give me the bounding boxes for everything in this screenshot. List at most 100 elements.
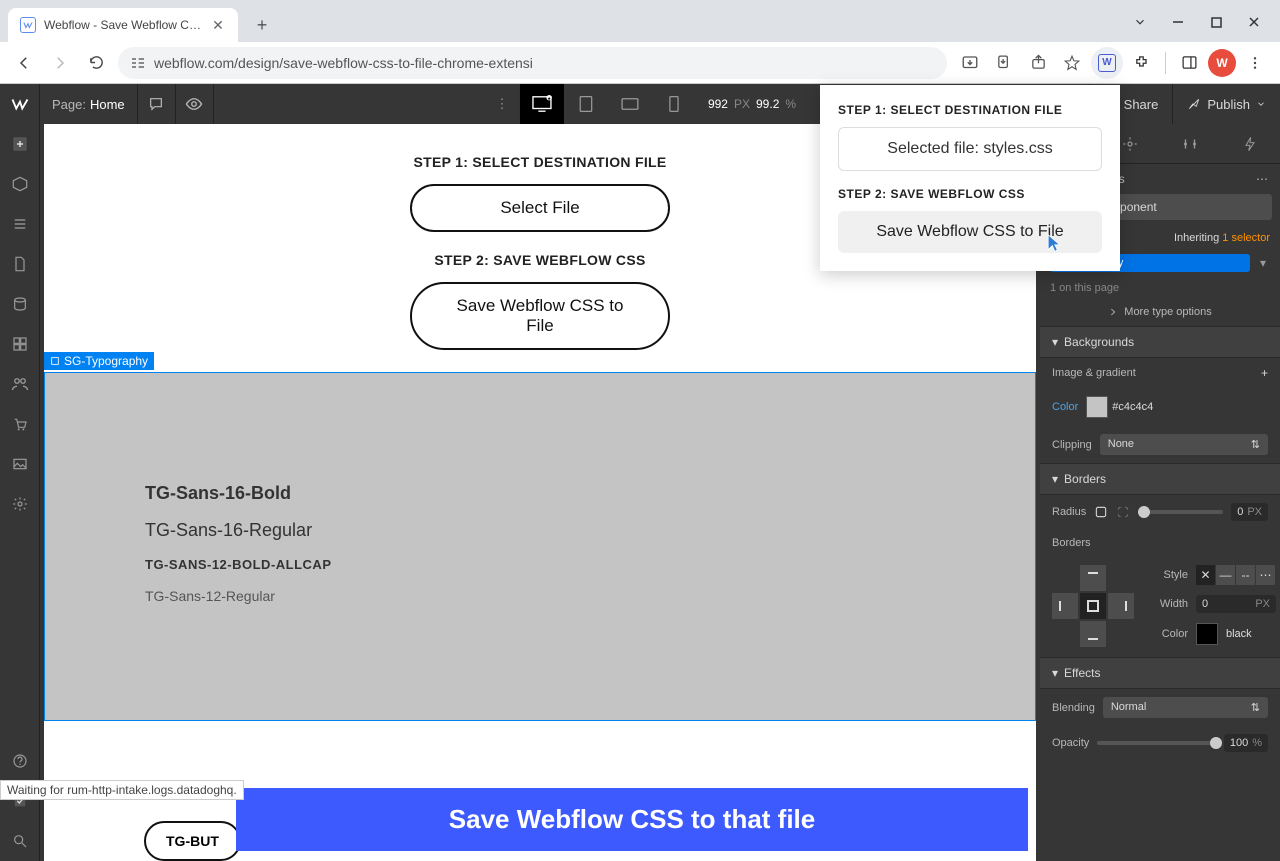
tablet-breakpoint[interactable] [564, 84, 608, 124]
close-icon[interactable] [1236, 8, 1272, 36]
page-name: Home [90, 97, 125, 112]
pages-icon[interactable] [0, 244, 40, 284]
webflow-favicon [20, 17, 36, 33]
more-type-options[interactable]: More type options [1040, 298, 1280, 326]
breakpoint-menu-icon[interactable]: ⋮ [484, 96, 520, 112]
images-icon[interactable] [0, 444, 40, 484]
share-icon[interactable] [1023, 48, 1053, 78]
selected-element[interactable]: SG-Typography TG-Sans-16-Bold TG-Sans-16… [44, 372, 1036, 721]
tab-close-icon[interactable]: ✕ [210, 17, 226, 34]
borders-sides-section: Borders [1040, 529, 1280, 557]
ecommerce-icon[interactable] [0, 404, 40, 444]
section-menu-icon[interactable]: ⋯ [1256, 172, 1268, 186]
radius-individual-icon[interactable] [1116, 505, 1130, 519]
border-style-dotted[interactable]: ⋯ [1256, 565, 1276, 585]
add-element-icon[interactable] [0, 124, 40, 164]
help-icon[interactable] [0, 741, 40, 781]
image-gradient-row[interactable]: Image & gradient + [1040, 358, 1280, 388]
preview-icon[interactable] [176, 84, 214, 124]
border-right[interactable] [1108, 593, 1134, 619]
border-left[interactable] [1052, 593, 1078, 619]
effects-header[interactable]: ▾ Effects [1040, 657, 1280, 689]
device-breakpoints: ⋮ ★ 992 PX 99.2 % [484, 84, 796, 124]
radius-input[interactable]: 0PX [1231, 503, 1268, 521]
bookmark-star-icon[interactable] [1057, 48, 1087, 78]
clipping-row: Clipping None⇅ [1040, 426, 1280, 463]
bg-color-row: Color #c4c4c4 [1040, 388, 1280, 426]
border-bottom[interactable] [1080, 621, 1106, 647]
extensions-icon[interactable] [1127, 48, 1157, 78]
border-all[interactable] [1080, 593, 1106, 619]
left-sidebar [0, 124, 40, 861]
users-icon[interactable] [0, 364, 40, 404]
forward-button[interactable] [46, 49, 74, 77]
add-gradient-icon[interactable]: + [1261, 366, 1268, 380]
border-color-swatch[interactable] [1196, 623, 1218, 645]
minimize-icon[interactable] [1160, 8, 1196, 36]
typo-sample[interactable]: TG-Sans-12-Regular [145, 588, 935, 604]
webflow-logo[interactable] [0, 84, 40, 124]
interactions-tab[interactable] [1220, 124, 1280, 163]
blending-select[interactable]: Normal⇅ [1103, 697, 1268, 718]
border-style-group: ✕ — -- ⋯ [1196, 565, 1276, 585]
desktop-breakpoint[interactable]: ★ [520, 84, 564, 124]
side-panel-icon[interactable] [1174, 48, 1204, 78]
components-icon[interactable] [0, 164, 40, 204]
typo-sample[interactable]: TG-SANS-12-BOLD-ALLCAP [145, 557, 935, 572]
comments-icon[interactable] [138, 84, 176, 124]
bg-color-value[interactable]: #c4c4c4 [1112, 401, 1153, 413]
tg-but-sample[interactable]: TG-BUT [144, 821, 241, 861]
browser-tab[interactable]: Webflow - Save Webflow CSS t… ✕ [8, 8, 238, 42]
back-button[interactable] [10, 49, 38, 77]
backgrounds-header[interactable]: ▾ Backgrounds [1040, 326, 1280, 358]
popup-step1-label: STEP 1: SELECT DESTINATION FILE [838, 103, 1102, 117]
cms-icon[interactable] [0, 284, 40, 324]
chevron-down-icon[interactable] [1122, 8, 1158, 36]
profile-avatar[interactable]: W [1208, 49, 1236, 77]
border-style-none[interactable]: ✕ [1196, 565, 1216, 585]
assets-icon[interactable] [0, 324, 40, 364]
typography-section[interactable]: TG-Sans-16-Bold TG-Sans-16-Regular TG-SA… [44, 372, 1036, 721]
radius-slider[interactable] [1138, 510, 1223, 514]
popup-step2-label: STEP 2: SAVE WEBFLOW CSS [838, 187, 1102, 201]
typo-sample[interactable]: TG-Sans-16-Bold [145, 483, 935, 504]
publish-button[interactable]: Publish [1172, 84, 1280, 124]
opacity-input[interactable]: 100% [1224, 734, 1268, 752]
border-width-input[interactable]: 0PX [1196, 595, 1276, 613]
radius-row: Radius 0PX [1040, 495, 1280, 529]
select-file-button[interactable]: Select File [410, 184, 670, 232]
reload-button[interactable] [82, 49, 110, 77]
bg-color-swatch[interactable] [1086, 396, 1108, 418]
borders-header[interactable]: ▾ Borders [1040, 463, 1280, 495]
search-icon[interactable] [0, 821, 40, 861]
selected-file-display[interactable]: Selected file: styles.css [838, 127, 1102, 171]
selection-tag[interactable]: SG-Typography [44, 352, 154, 370]
opacity-row: Opacity 100% [1040, 726, 1280, 760]
download-icon[interactable] [989, 48, 1019, 78]
border-layout: Style ✕ — -- ⋯ Width 0PX Color [1040, 557, 1280, 657]
navigator-icon[interactable] [0, 204, 40, 244]
border-style-dashed[interactable]: -- [1236, 565, 1256, 585]
webflow-extension-icon[interactable]: W [1091, 47, 1123, 79]
border-top[interactable] [1080, 565, 1106, 591]
new-tab-button[interactable]: + [248, 11, 276, 39]
menu-icon[interactable] [1240, 48, 1270, 78]
border-style-solid[interactable]: — [1216, 565, 1236, 585]
typo-sample[interactable]: TG-Sans-16-Regular [145, 520, 935, 541]
popup-save-button[interactable]: Save Webflow CSS to File [838, 211, 1102, 253]
install-app-icon[interactable] [955, 48, 985, 78]
opacity-slider[interactable] [1097, 741, 1216, 745]
maximize-icon[interactable] [1198, 8, 1234, 36]
save-css-button[interactable]: Save Webflow CSS to File [410, 282, 670, 350]
radius-all-icon[interactable] [1094, 505, 1108, 519]
page-selector[interactable]: Page: Home [40, 84, 138, 124]
site-settings-icon[interactable] [130, 55, 146, 71]
settings-icon[interactable] [0, 484, 40, 524]
selector-dropdown-icon[interactable]: ▾ [1256, 256, 1270, 270]
mobile-landscape-breakpoint[interactable] [608, 84, 652, 124]
clipping-select[interactable]: None⇅ [1100, 434, 1268, 455]
on-page-count: 1 on this page [1040, 278, 1280, 298]
style-manager-tab[interactable] [1160, 124, 1220, 163]
mobile-portrait-breakpoint[interactable] [652, 84, 696, 124]
url-box[interactable]: webflow.com/design/save-webflow-css-to-f… [118, 47, 947, 79]
